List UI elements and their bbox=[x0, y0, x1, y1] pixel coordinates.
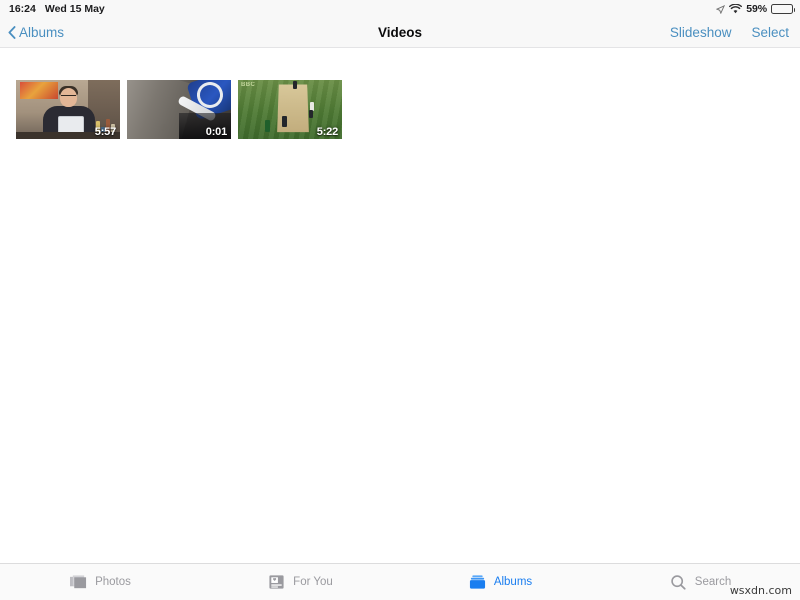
slideshow-button[interactable]: Slideshow bbox=[670, 25, 732, 40]
video-thumbnail[interactable]: 0:01 bbox=[127, 80, 231, 139]
status-bar: 16:24 Wed 15 May 59% bbox=[0, 0, 800, 18]
site-watermark: wsxdn.com bbox=[729, 584, 792, 597]
back-button-label: Albums bbox=[19, 25, 65, 40]
tab-photos[interactable]: Photos bbox=[0, 564, 200, 600]
navigation-actions: Slideshow Select bbox=[670, 18, 789, 47]
video-thumbnail[interactable]: BBC 5:22 bbox=[238, 80, 342, 139]
tab-search-label: Search bbox=[694, 576, 732, 588]
status-bar-right: 59% bbox=[716, 0, 795, 18]
battery-icon bbox=[771, 4, 795, 14]
wifi-icon bbox=[729, 4, 743, 14]
back-button[interactable]: Albums bbox=[8, 18, 64, 47]
status-date: Wed 15 May bbox=[44, 3, 105, 15]
video-duration-label: 5:57 bbox=[94, 126, 116, 138]
albums-box-icon bbox=[468, 574, 487, 591]
video-duration-label: 5:22 bbox=[316, 126, 338, 138]
status-bar-left: 16:24 Wed 15 May bbox=[0, 3, 105, 15]
videos-album-content: 5:57 0:01 BBC 5:22 bbox=[0, 49, 800, 563]
tab-photos-label: Photos bbox=[95, 576, 131, 588]
tab-for-you[interactable]: For You bbox=[200, 564, 400, 600]
chevron-left-icon bbox=[8, 26, 16, 39]
select-button[interactable]: Select bbox=[751, 25, 789, 40]
battery-percent-label: 59% bbox=[746, 3, 767, 15]
video-thumbnail[interactable]: 5:57 bbox=[16, 80, 120, 139]
video-thumbnail-grid: 5:57 0:01 BBC 5:22 bbox=[16, 80, 342, 139]
location-arrow-icon bbox=[716, 4, 726, 14]
status-time: 16:24 bbox=[9, 3, 36, 15]
tab-albums[interactable]: Albums bbox=[400, 564, 600, 600]
tab-for-you-label: For You bbox=[293, 576, 333, 588]
navigation-bar: Videos Albums Slideshow Select bbox=[0, 18, 800, 48]
video-duration-label: 0:01 bbox=[205, 126, 227, 138]
for-you-card-icon bbox=[267, 574, 286, 591]
photos-stack-icon bbox=[69, 574, 88, 591]
search-magnifier-icon bbox=[669, 574, 688, 591]
tab-albums-label: Albums bbox=[493, 576, 533, 588]
tab-bar: Photos For You Albums Search bbox=[0, 563, 800, 600]
broadcaster-badge: BBC bbox=[241, 82, 256, 88]
